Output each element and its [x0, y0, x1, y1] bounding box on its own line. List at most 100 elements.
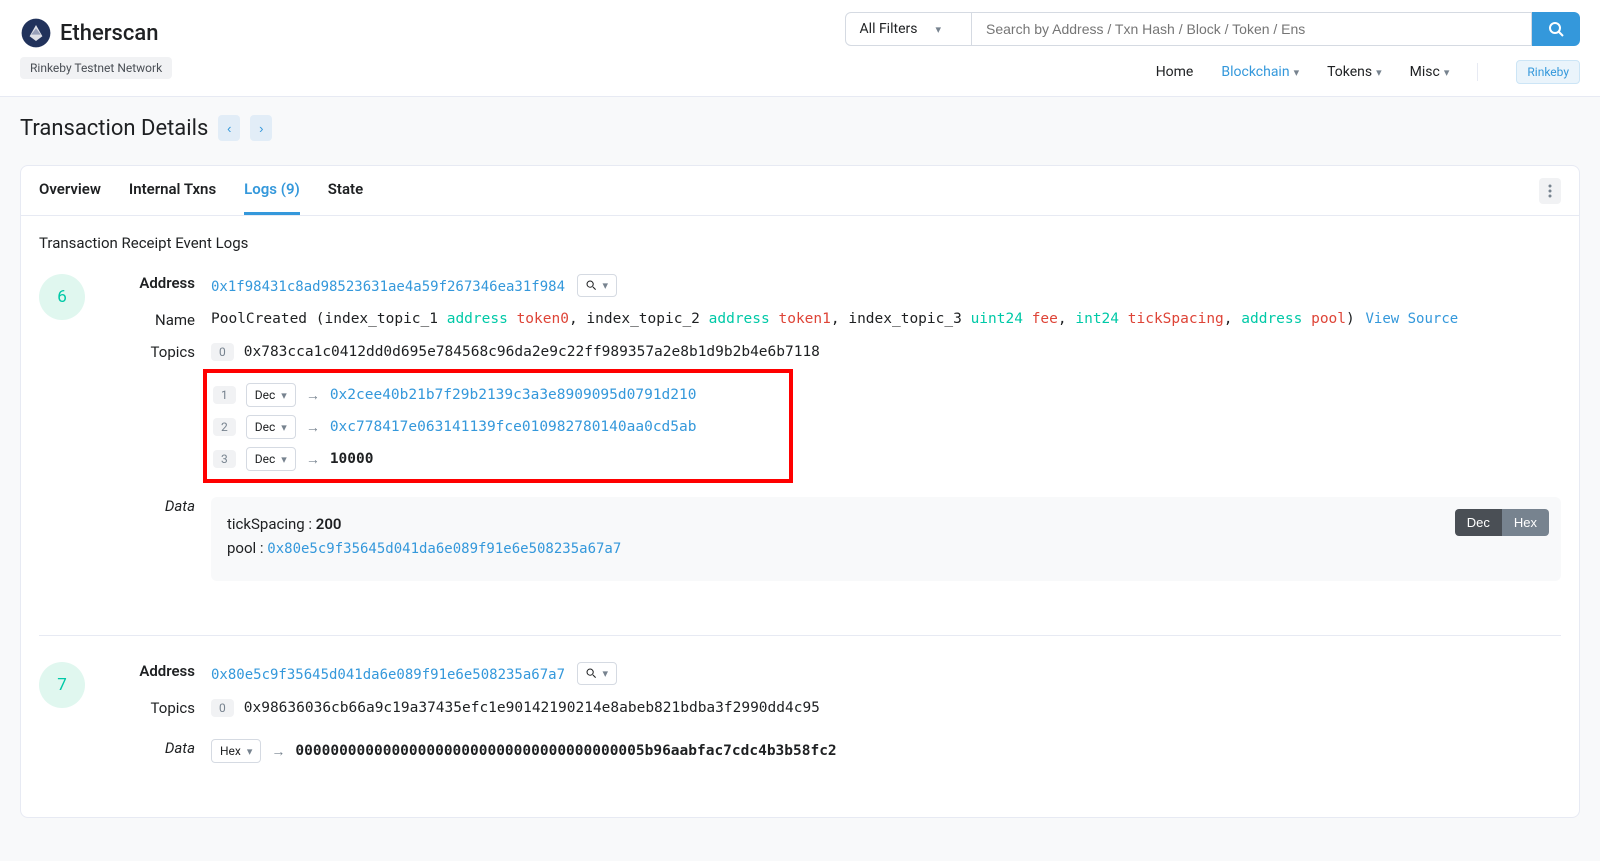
decode-select[interactable]: Dec ▾	[246, 415, 296, 439]
search-button[interactable]	[1532, 12, 1580, 46]
topic-value: 0x783cca1c0412dd0d695e784568c96da2e9c22f…	[244, 344, 820, 360]
label-name: Name	[121, 311, 195, 329]
data-value: Dec Hex tickSpacing : 200 pool : 0x80e5c…	[211, 497, 1561, 581]
log-index-bubble: 7	[39, 662, 85, 708]
chevron-down-icon: ▾	[1294, 66, 1300, 79]
label-data: Data	[121, 739, 195, 771]
arrow-right-icon: →	[271, 743, 285, 760]
nav-misc[interactable]: Misc ▾	[1410, 64, 1450, 80]
log-divider	[39, 635, 1561, 636]
tab-logs[interactable]: Logs (9)	[244, 166, 300, 215]
chevron-down-icon: ▾	[1376, 66, 1382, 79]
decode-select[interactable]: Dec ▾	[246, 447, 296, 471]
chevron-down-icon: ▾	[935, 23, 941, 36]
decode-select[interactable]: Dec ▾	[246, 383, 296, 407]
chevron-down-icon: ▾	[1444, 66, 1450, 79]
topic-value: 0x98636036cb66a9c19a37435efc1e9014219021…	[244, 700, 820, 716]
section-label: Transaction Receipt Event Logs	[39, 234, 1561, 252]
address-filter-button[interactable]: ▾	[577, 274, 618, 297]
data-field-tickspacing: tickSpacing : 200	[227, 515, 1545, 533]
topic-2: 2 Dec ▾ → 0xc778417e063141139fce01098278…	[213, 415, 783, 439]
tab-state[interactable]: State	[328, 166, 363, 215]
topic-index: 0	[211, 343, 234, 361]
topic-index: 2	[213, 418, 236, 436]
log-data-row: Data Hex ▾ → 000000000000000000000000000…	[121, 739, 1561, 771]
arrow-right-icon: →	[306, 419, 320, 436]
label-topics: Topics	[121, 699, 195, 725]
page-body: Transaction Details ‹ › Overview Interna…	[0, 97, 1600, 836]
search-input[interactable]	[972, 12, 1532, 46]
next-txn-button[interactable]: ›	[250, 115, 272, 141]
chevron-down-icon: ▾	[247, 745, 253, 758]
data-field-pool: pool : 0x80e5c9f35645d041da6e089f91e6e50…	[227, 539, 1545, 557]
nav-home[interactable]: Home	[1156, 64, 1194, 80]
topic-value: 10000	[330, 451, 374, 467]
nav-divider	[1477, 63, 1478, 81]
arrow-right-icon: →	[306, 451, 320, 468]
address-filter-button[interactable]: ▾	[577, 662, 618, 685]
chevron-down-icon: ▾	[281, 421, 287, 434]
header-right: All Filters ▾ Home Blockchain ▾ Tokens ▾…	[845, 12, 1580, 84]
view-source-link[interactable]: View Source	[1365, 311, 1458, 327]
dec-toggle-button[interactable]: Dec	[1455, 509, 1502, 536]
log-index-bubble: 6	[39, 274, 85, 320]
topic-value-link[interactable]: 0xc778417e063141139fce010982780140aa0cd5…	[330, 419, 697, 435]
event-signature: PoolCreated (index_topic_1 address token…	[211, 311, 1561, 329]
txn-card: Overview Internal Txns Logs (9) State Tr…	[20, 165, 1580, 818]
prev-txn-button[interactable]: ‹	[218, 115, 240, 141]
data-hex-row: Hex ▾ → 00000000000000000000000000000000…	[211, 739, 1561, 763]
more-options-button[interactable]	[1539, 178, 1561, 204]
rinkeby-badge[interactable]: Rinkeby	[1516, 60, 1580, 84]
log-content: Address 0x1f98431c8ad98523631ae4a59f2673…	[121, 274, 1561, 595]
nav-tokens[interactable]: Tokens ▾	[1327, 64, 1382, 80]
header: Etherscan Rinkeby Testnet Network All Fi…	[0, 0, 1600, 97]
label-address: Address	[121, 662, 195, 685]
data-box: Dec Hex tickSpacing : 200 pool : 0x80e5c…	[211, 497, 1561, 581]
data-value: Hex ▾ → 00000000000000000000000000000000…	[211, 739, 1561, 771]
logo-area: Etherscan Rinkeby Testnet Network	[20, 17, 172, 79]
chevron-down-icon: ▾	[603, 279, 609, 292]
search-filter-select[interactable]: All Filters ▾	[845, 12, 972, 46]
log-topics-row: Topics 0 0x98636036cb66a9c19a37435efc1e9…	[121, 699, 1561, 725]
data-hex-value: 0000000000000000000000000000000000000005…	[295, 743, 836, 759]
log-data-row: Data Dec Hex tickSpacing : 200	[121, 497, 1561, 581]
decode-select[interactable]: Hex ▾	[211, 739, 261, 763]
brand-logo[interactable]: Etherscan	[20, 17, 172, 49]
address-link[interactable]: 0x80e5c9f35645d041da6e089f91e6e508235a67…	[211, 667, 565, 683]
tab-internal-txns[interactable]: Internal Txns	[129, 166, 216, 215]
chevron-down-icon: ▾	[281, 453, 287, 466]
log-entry-6: 6 Address 0x1f98431c8ad98523631ae4a59f26…	[39, 274, 1561, 623]
hex-toggle-button[interactable]: Hex	[1502, 509, 1549, 536]
search-bar: All Filters ▾	[845, 12, 1580, 46]
dec-hex-toggle: Dec Hex	[1455, 509, 1549, 536]
search-icon	[1548, 21, 1564, 37]
label-address: Address	[121, 274, 195, 297]
etherscan-logo-icon	[20, 17, 52, 49]
topic-3: 3 Dec ▾ → 10000	[213, 447, 783, 471]
search-icon	[586, 668, 597, 679]
nav-blockchain[interactable]: Blockchain ▾	[1221, 64, 1299, 80]
topic-index: 0	[211, 699, 234, 717]
address-value: 0x80e5c9f35645d041da6e089f91e6e508235a67…	[211, 662, 1561, 685]
search-icon	[586, 280, 597, 291]
topic-1: 1 Dec ▾ → 0x2cee40b21b7f29b2139c3a3e8909…	[213, 383, 783, 407]
label-data: Data	[121, 497, 195, 581]
log-address-row: Address 0x80e5c9f35645d041da6e089f91e6e5…	[121, 662, 1561, 685]
label-topics: Topics	[121, 343, 195, 483]
address-link[interactable]: 0x1f98431c8ad98523631ae4a59f267346ea31f9…	[211, 279, 565, 295]
log-entry-7: 7 Address 0x80e5c9f35645d041da6e089f91e6…	[39, 662, 1561, 799]
main-nav: Home Blockchain ▾ Tokens ▾ Misc ▾ Rinkeb…	[1156, 60, 1580, 84]
topic-value-link[interactable]: 0x2cee40b21b7f29b2139c3a3e8909095d0791d2…	[330, 387, 697, 403]
logs-body: Transaction Receipt Event Logs 6 Address…	[21, 216, 1579, 817]
topic-0: 0 0x98636036cb66a9c19a37435efc1e90142190…	[211, 699, 1561, 717]
highlighted-topics: 1 Dec ▾ → 0x2cee40b21b7f29b2139c3a3e8909…	[203, 369, 793, 483]
pool-address-link[interactable]: 0x80e5c9f35645d041da6e089f91e6e508235a67…	[267, 541, 621, 557]
log-address-row: Address 0x1f98431c8ad98523631ae4a59f2673…	[121, 274, 1561, 297]
page-title: Transaction Details	[20, 116, 208, 141]
tab-overview[interactable]: Overview	[39, 166, 101, 215]
topics-list: 0 0x98636036cb66a9c19a37435efc1e90142190…	[211, 699, 1561, 725]
topic-index: 3	[213, 450, 236, 468]
chevron-down-icon: ▾	[281, 389, 287, 402]
tabs: Overview Internal Txns Logs (9) State	[39, 166, 363, 215]
address-value: 0x1f98431c8ad98523631ae4a59f267346ea31f9…	[211, 274, 1561, 297]
